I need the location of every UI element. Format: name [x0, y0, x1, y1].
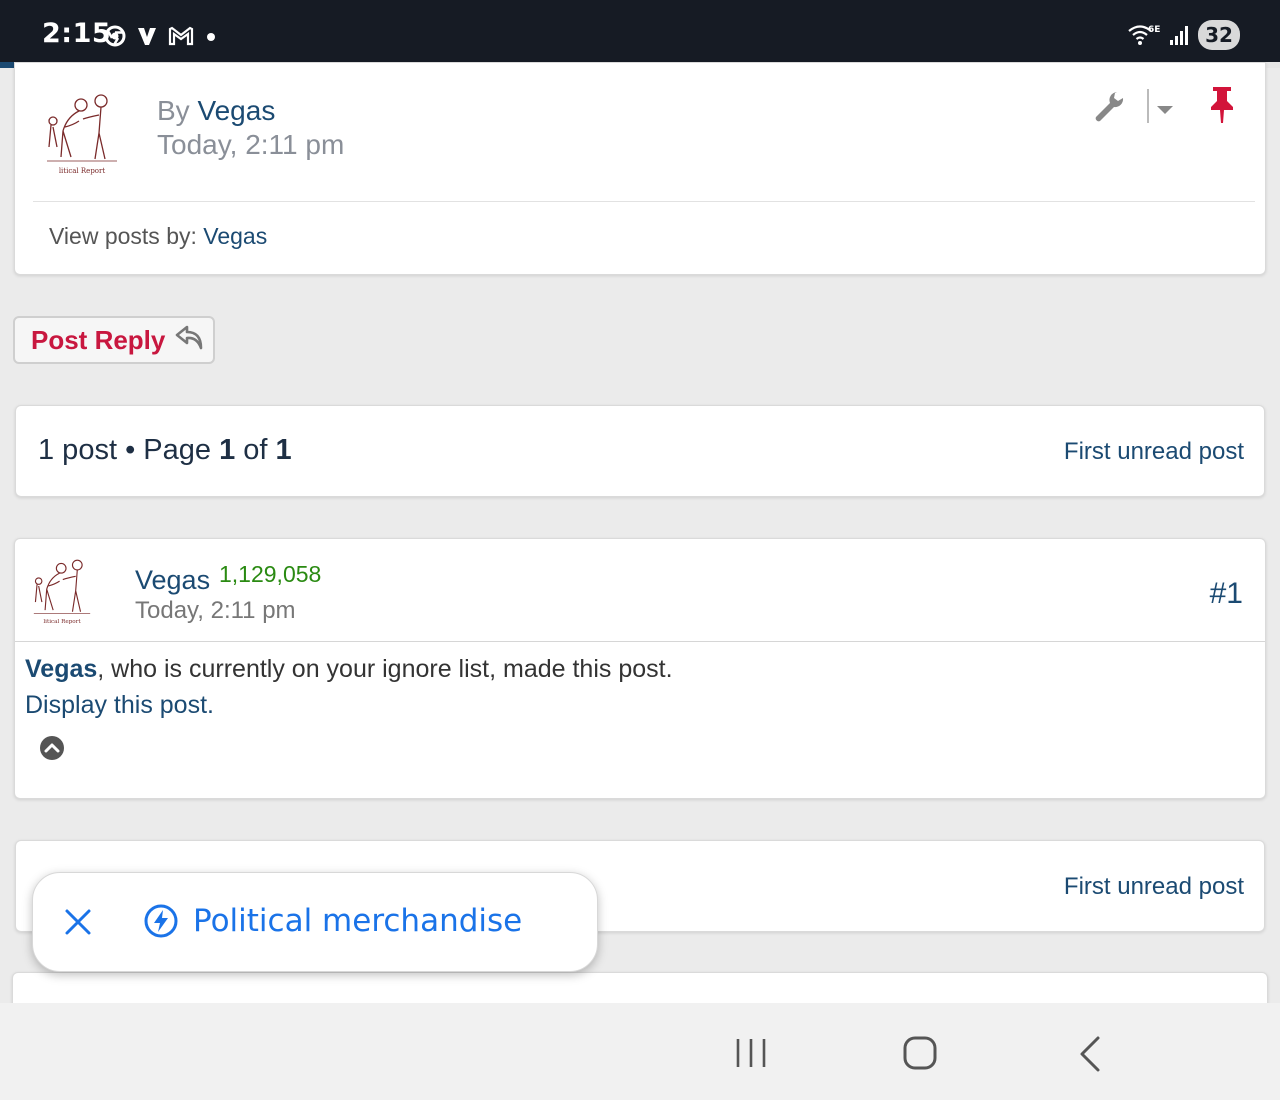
post-number-link[interactable]: #1 — [1210, 577, 1243, 611]
wifi-icon: 6E — [1126, 22, 1160, 48]
v-app-icon — [136, 25, 158, 47]
page-separator: • — [125, 434, 136, 466]
current-page: 1 — [219, 434, 236, 466]
system-icons: 6E 32 — [1126, 20, 1240, 50]
lightning-bolt-icon — [143, 903, 179, 944]
view-posts-author-link[interactable]: Vegas — [203, 223, 267, 249]
post-date: Today, 2:11 pm — [135, 597, 296, 624]
post-count-text: 1 post — [38, 434, 117, 466]
post-author-avatar[interactable]: litical Report — [29, 553, 95, 627]
topic-header-card: litical Report By Vegas Today, 2:11 pm V… — [14, 62, 1266, 275]
avatar-cartoon-image: litical Report — [33, 559, 91, 625]
page-info: 1 post • Page 1 of 1 — [38, 434, 292, 467]
toolbar-separator — [1147, 89, 1149, 123]
suggestion-chip[interactable]: Political merchandise — [32, 872, 598, 972]
notification-dot-icon — [204, 29, 218, 43]
chip-label[interactable]: Political merchandise — [193, 903, 522, 939]
wifi-6e-label: 6E — [1148, 25, 1160, 35]
first-unread-post-link-bottom[interactable]: First unread post — [1064, 873, 1244, 901]
back-to-top-icon[interactable] — [39, 735, 65, 766]
ignored-post-notice: Vegas, who is currently on your ignore l… — [25, 655, 673, 684]
view-posts-prefix: View posts by: — [49, 223, 197, 249]
ignored-author-link[interactable]: Vegas — [25, 655, 97, 683]
post-reply-button[interactable]: Post Reply — [13, 316, 215, 364]
recents-icon[interactable] — [734, 1037, 768, 1074]
back-icon[interactable] — [1076, 1035, 1104, 1078]
ignored-message: , who is currently on your ignore list, … — [97, 655, 673, 683]
signal-icon — [1168, 24, 1190, 46]
clock: 2:15 — [42, 18, 112, 49]
total-pages: 1 — [275, 434, 292, 466]
post-author-link[interactable]: Vegas — [135, 565, 210, 596]
topic-date: Today, 2:11 pm — [157, 129, 345, 160]
of-word: of — [243, 434, 268, 466]
post-card: litical Report Vegas 1,129,058 Today, 2:… — [14, 538, 1266, 799]
notification-icons — [104, 22, 218, 50]
pin-icon[interactable] — [1205, 85, 1239, 130]
system-nav-bar — [0, 1003, 1280, 1100]
status-bar: 2:15 6E 32 — [0, 0, 1280, 62]
close-icon[interactable] — [63, 907, 93, 942]
post-count-badge: 1,129,058 — [219, 561, 322, 587]
post-reply-label: Post Reply — [31, 324, 166, 355]
avatar-caption: litical Report — [43, 619, 81, 625]
chrome-icon — [104, 25, 126, 47]
page-word: Page — [143, 434, 212, 466]
battery-indicator: 32 — [1198, 20, 1240, 50]
display-post-link[interactable]: Display this post. — [25, 691, 214, 720]
home-icon[interactable] — [902, 1035, 938, 1076]
wrench-icon[interactable] — [1093, 89, 1125, 130]
topic-author-link[interactable]: Vegas — [197, 95, 275, 126]
post-divider — [15, 641, 1265, 642]
avatar-caption: litical Report — [59, 167, 106, 175]
first-unread-post-link[interactable]: First unread post — [1064, 438, 1244, 466]
header-divider — [33, 201, 1255, 202]
avatar-cartoon-image: litical Report — [47, 94, 117, 175]
reply-arrow-icon — [175, 324, 205, 357]
view-posts-by: View posts by: Vegas — [49, 223, 267, 250]
chevron-down-icon[interactable] — [1155, 103, 1175, 121]
topic-by-line: By Vegas — [157, 95, 275, 127]
by-prefix: By — [157, 95, 190, 126]
author-avatar[interactable]: litical Report — [41, 87, 123, 177]
pagination-bar: 1 post • Page 1 of 1 First unread post — [15, 405, 1265, 497]
gmail-icon — [168, 25, 194, 47]
